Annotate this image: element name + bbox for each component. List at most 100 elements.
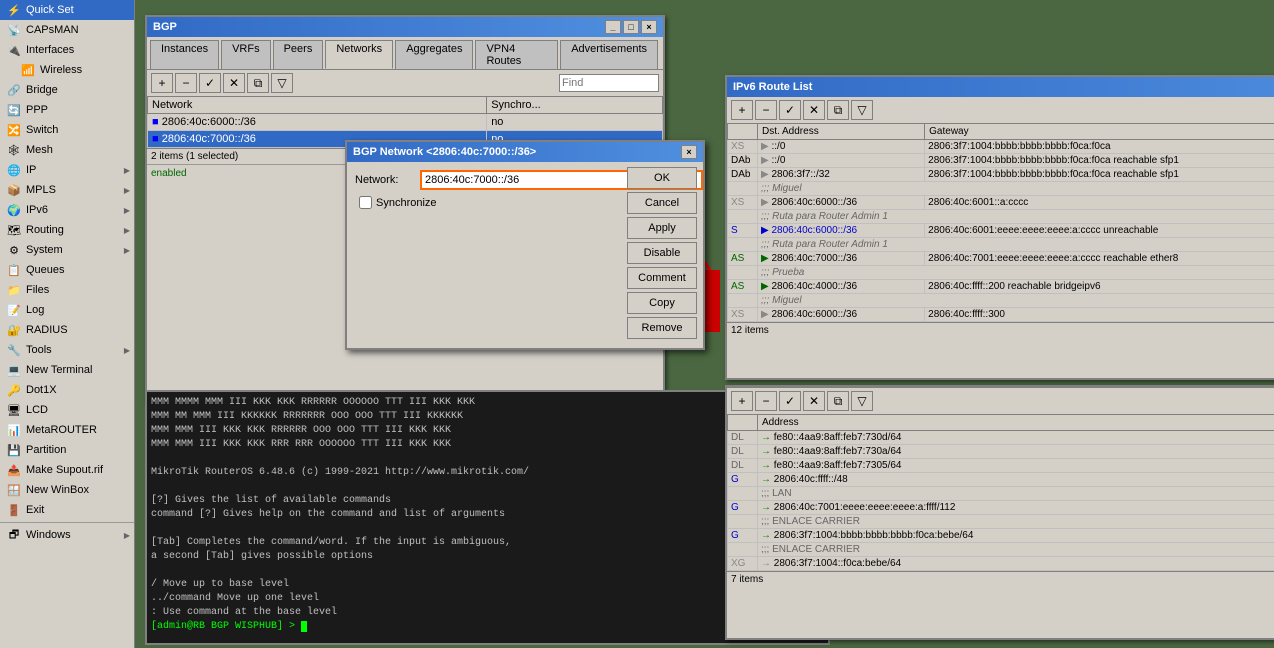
copy-button[interactable]: ⧉ xyxy=(247,73,269,93)
sidebar-item-dot1x[interactable]: 🔑 Dot1X xyxy=(0,380,134,400)
sidebar-item-bridge[interactable]: 🔗 Bridge xyxy=(0,80,134,100)
table-row[interactable]: S ▶ 2806:40c:6000::/36 2806:40c:6001:eee… xyxy=(728,224,1274,238)
disable-dialog-button[interactable]: Disable xyxy=(627,242,697,264)
terminal-line: MikroTik RouterOS 6.48.6 (c) 1999-2021 h… xyxy=(151,466,824,480)
sidebar-item-radius[interactable]: 🔐 RADIUS xyxy=(0,320,134,340)
table-row[interactable]: ■ 2806:40c:6000::/36 no xyxy=(148,114,663,131)
remove-dialog-button[interactable]: Remove xyxy=(627,317,697,339)
sidebar-item-routing[interactable]: 🗺 Routing xyxy=(0,220,134,240)
sidebar-item-make-supout[interactable]: 📤 Make Supout.rif xyxy=(0,460,134,480)
sidebar-item-ip[interactable]: 🌐 IP xyxy=(0,160,134,180)
sidebar-item-windows[interactable]: 🗗 Windows xyxy=(0,525,134,545)
apply-button[interactable]: Apply xyxy=(627,217,697,239)
sidebar-item-metarouter[interactable]: 📊 MetaROUTER xyxy=(0,420,134,440)
bgp-maximize-button[interactable]: □ xyxy=(623,20,639,34)
sidebar-item-ipv6[interactable]: 🌍 IPv6 xyxy=(0,200,134,220)
sidebar-item-system[interactable]: ⚙ System xyxy=(0,240,134,260)
ipv6-enable-button[interactable]: ✓ xyxy=(779,100,801,120)
tab-aggregates[interactable]: Aggregates xyxy=(395,40,473,69)
new-winbox-icon: 🪟 xyxy=(6,482,22,498)
tab-vrfs[interactable]: VRFs xyxy=(221,40,271,69)
tab-networks[interactable]: Networks xyxy=(325,40,393,69)
ipv6-route-table: Dst. Address Gateway Distance XS ▶ ::/0 … xyxy=(727,123,1274,322)
ipv6-filter-button[interactable]: ▽ xyxy=(851,100,873,120)
sidebar-item-new-terminal[interactable]: 💻 New Terminal xyxy=(0,360,134,380)
sidebar-item-interfaces[interactable]: 🔌 Interfaces xyxy=(0,40,134,60)
sidebar-item-mpls[interactable]: 📦 MPLS xyxy=(0,180,134,200)
sync-cell: no xyxy=(487,114,663,131)
ipv6-remove-button[interactable]: − xyxy=(755,100,777,120)
terminal-prompt-line: [admin@RB BGP WISPHUB] > xyxy=(151,620,824,634)
comment-row: ;;; Ruta para Router Admin 1 xyxy=(728,238,1274,252)
flag-cell: XG xyxy=(728,557,758,571)
sidebar-item-quick-set[interactable]: ⚡ Quick Set xyxy=(0,0,134,20)
table-row[interactable]: XS ▶ 2806:40c:6000::/36 2806:40c:ffff::3… xyxy=(728,308,1274,322)
table-row[interactable]: G → 2806:3f7:1004:bbbb:bbbb:bbbb:f0ca:be… xyxy=(728,529,1274,543)
capsman-icon: 📡 xyxy=(6,22,22,38)
tab-vpn4routes[interactable]: VPN4 Routes xyxy=(475,40,558,69)
bgp-find-input[interactable] xyxy=(559,74,659,92)
addr-add-button[interactable]: + xyxy=(731,391,753,411)
sidebar-item-switch[interactable]: 🔀 Switch xyxy=(0,120,134,140)
wireless-icon: 📶 xyxy=(20,62,36,78)
table-row[interactable]: DL → fe80::4aa9:8aff:feb7:730d/64 xyxy=(728,431,1274,445)
bgp-minimize-button[interactable]: _ xyxy=(605,20,621,34)
comment-button[interactable]: Comment xyxy=(627,267,697,289)
synchronize-checkbox[interactable] xyxy=(359,196,372,209)
sidebar-item-queues[interactable]: 📋 Queues xyxy=(0,260,134,280)
sidebar-item-tools[interactable]: 🔧 Tools xyxy=(0,340,134,360)
dialog-close-button[interactable]: × xyxy=(681,145,697,159)
ipv6-copy-button[interactable]: ⧉ xyxy=(827,100,849,120)
sidebar-item-files[interactable]: 📁 Files xyxy=(0,280,134,300)
addr-copy-button[interactable]: ⧉ xyxy=(827,391,849,411)
addr-filter-button[interactable]: ▽ xyxy=(851,391,873,411)
table-row[interactable]: G → 2806:40c:7001:eeee:eeee:eeee:a:ffff/… xyxy=(728,501,1274,515)
flag-cell xyxy=(728,210,758,224)
enabled-badge: enabled xyxy=(151,168,187,179)
addr-disable-button[interactable]: ✕ xyxy=(803,391,825,411)
table-row[interactable]: DL → fe80::4aa9:8aff:feb7:730a/64 xyxy=(728,445,1274,459)
tab-advertisements[interactable]: Advertisements xyxy=(560,40,658,69)
disable-button[interactable]: ✕ xyxy=(223,73,245,93)
sidebar-item-new-winbox[interactable]: 🪟 New WinBox xyxy=(0,480,134,500)
filter-button[interactable]: ▽ xyxy=(271,73,293,93)
remove-button[interactable]: − xyxy=(175,73,197,93)
dialog-title: BGP Network <2806:40c:7000::/36> xyxy=(353,146,536,158)
table-row[interactable]: AS ▶ 2806:40c:4000::/36 2806:40c:ffff::2… xyxy=(728,280,1274,294)
tab-peers[interactable]: Peers xyxy=(273,40,324,69)
copy-dialog-button[interactable]: Copy xyxy=(627,292,697,314)
table-row[interactable]: XS ▶ ::/0 2806:3f7:1004:bbbb:bbbb:bbbb:f… xyxy=(728,140,1274,154)
sidebar-item-wireless[interactable]: 📶 Wireless xyxy=(0,60,134,80)
enable-button[interactable]: ✓ xyxy=(199,73,221,93)
table-row[interactable]: XG → 2806:3f7:1004::f0ca:bebe/64 xyxy=(728,557,1274,571)
table-row[interactable]: DL → fe80::4aa9:8aff:feb7:7305/64 xyxy=(728,459,1274,473)
terminal-prompt: [admin@RB BGP WISPHUB] > xyxy=(151,621,301,632)
sidebar-item-mesh[interactable]: 🕸 Mesh xyxy=(0,140,134,160)
ipv6-add-button[interactable]: + xyxy=(731,100,753,120)
tab-instances[interactable]: Instances xyxy=(150,40,219,69)
sidebar-item-partition[interactable]: 💾 Partition xyxy=(0,440,134,460)
addr-enable-button[interactable]: ✓ xyxy=(779,391,801,411)
cancel-button[interactable]: Cancel xyxy=(627,192,697,214)
bgp-close-button[interactable]: × xyxy=(641,20,657,34)
table-row[interactable]: DAb ▶ ::/0 2806:3f7:1004:bbbb:bbbb:bbbb:… xyxy=(728,154,1274,168)
sidebar-item-capsman[interactable]: 📡 CAPsMAN xyxy=(0,20,134,40)
sidebar-item-log[interactable]: 📝 Log xyxy=(0,300,134,320)
table-row[interactable]: G → 2806:40c:ffff::/48 xyxy=(728,473,1274,487)
table-row[interactable]: XS ▶ 2806:40c:6000::/36 2806:40c:6001::a… xyxy=(728,196,1274,210)
table-row[interactable]: DAb ▶ 2806:3f7::/32 2806:3f7:1004:bbbb:b… xyxy=(728,168,1274,182)
dst-cell: ▶ 2806:40c:6000::/36 xyxy=(758,196,925,210)
addr-remove-button[interactable]: − xyxy=(755,391,777,411)
add-button[interactable]: + xyxy=(151,73,173,93)
dst-cell: ▶ 2806:3f7::/32 xyxy=(758,168,925,182)
flag-cell xyxy=(728,515,758,529)
ok-button[interactable]: OK xyxy=(627,167,697,189)
sidebar-item-lcd[interactable]: 🖥 LCD xyxy=(0,400,134,420)
col-gateway: Gateway xyxy=(925,124,1274,140)
sidebar-item-ppp[interactable]: 🔄 PPP xyxy=(0,100,134,120)
addr-toolbar: + − ✓ ✕ ⧉ ▽ xyxy=(727,387,1274,414)
table-row[interactable]: AS ▶ 2806:40c:7000::/36 2806:40c:7001:ee… xyxy=(728,252,1274,266)
ipv6-item-count: 12 items xyxy=(731,325,769,336)
ipv6-disable-button[interactable]: ✕ xyxy=(803,100,825,120)
sidebar-item-exit[interactable]: 🚪 Exit xyxy=(0,500,134,520)
